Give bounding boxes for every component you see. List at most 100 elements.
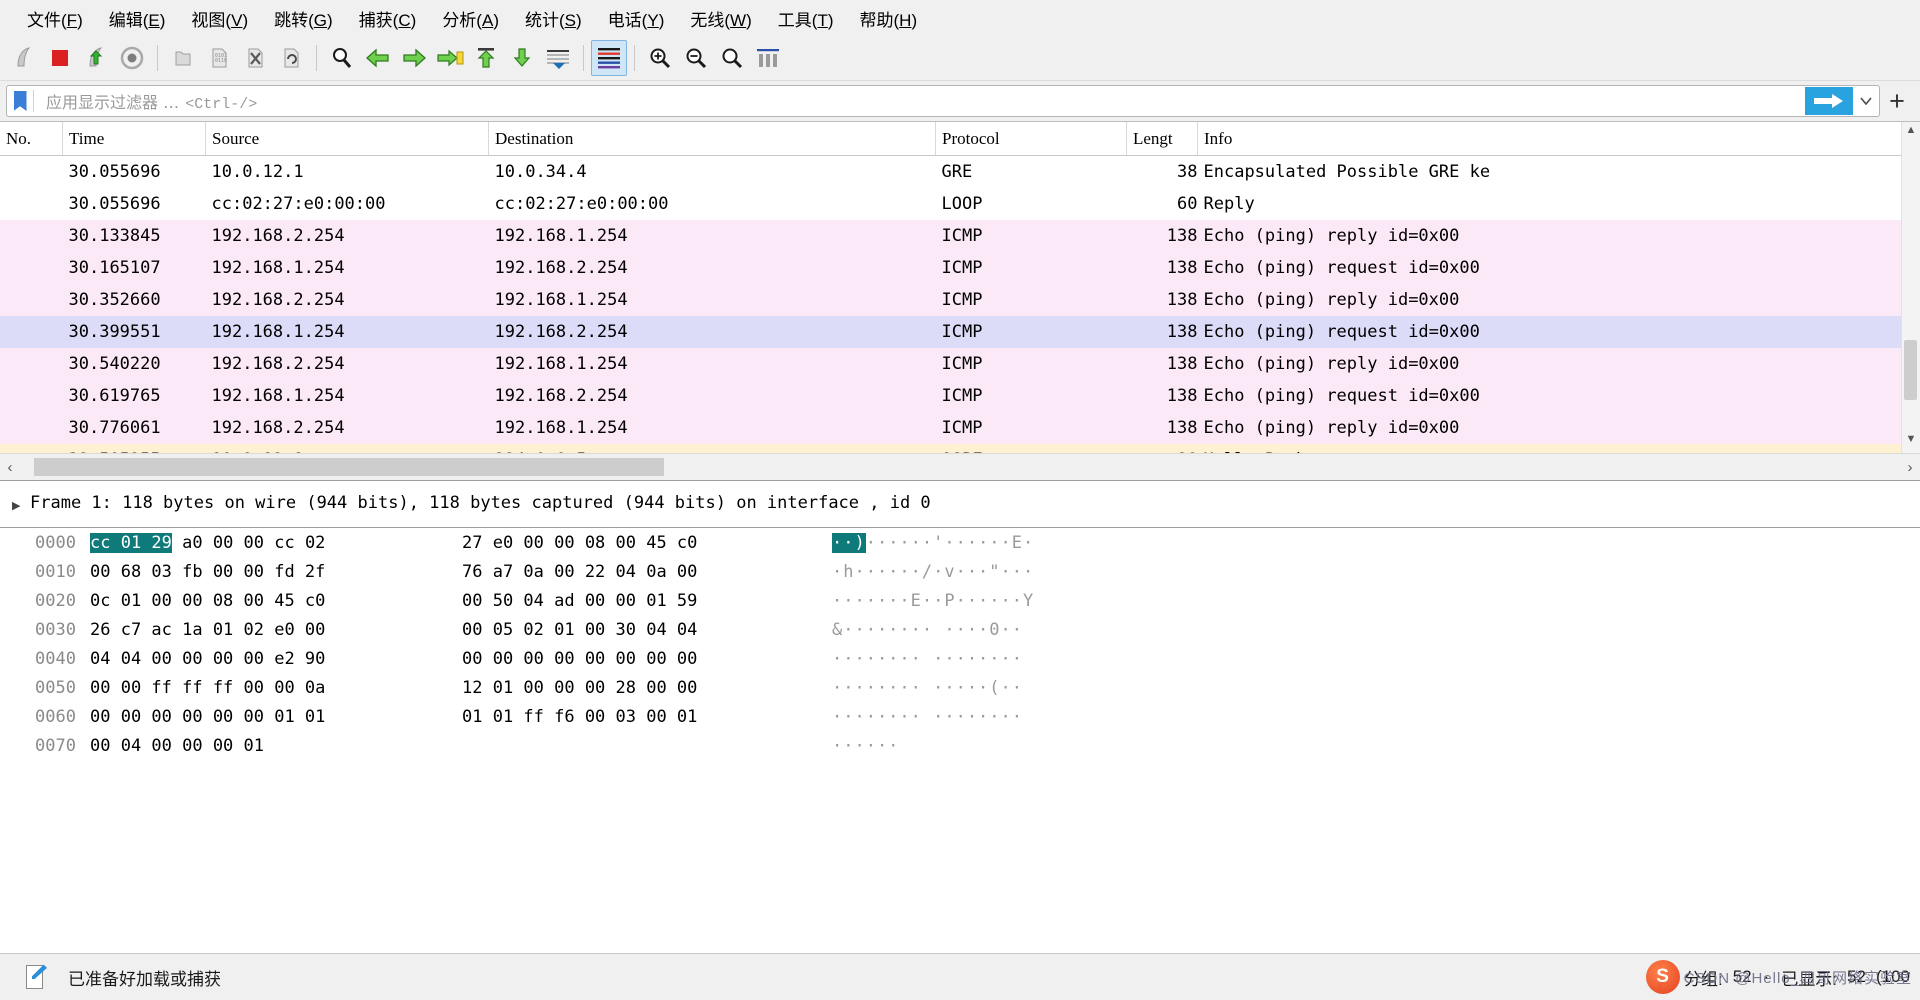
go-to-packet-icon[interactable]: [432, 40, 468, 76]
menu-help[interactable]: 帮助(H): [847, 2, 931, 35]
apply-filter-button[interactable]: [1805, 87, 1853, 115]
display-filter-input[interactable]: 应用显示过滤器 … <Ctrl-/>: [6, 85, 1880, 117]
add-filter-button[interactable]: +: [1880, 86, 1914, 117]
column-header-no[interactable]: No.: [0, 122, 63, 156]
ascii-highlighted[interactable]: ··): [832, 532, 866, 553]
column-header-time[interactable]: Time: [62, 122, 206, 156]
hex-bytes-left[interactable]: 0c 01 00 00 08 00 45 c0: [90, 591, 462, 611]
menu-edit[interactable]: 编辑(E): [96, 2, 179, 35]
reload-file-icon[interactable]: [273, 40, 309, 76]
table-row[interactable]: 30.352660 192.168.2.254 192.168.1.254 ICMP 1…: [0, 284, 1920, 316]
ascii-column[interactable]: ········ ········: [792, 707, 1023, 727]
hex-bytes-highlighted[interactable]: cc 01 29: [90, 532, 172, 553]
ascii-column[interactable]: ······: [792, 736, 899, 756]
hex-bytes-left[interactable]: 04 04 00 00 00 00 e2 90: [90, 649, 462, 669]
hex-bytes-left[interactable]: 00 68 03 fb 00 00 fd 2f: [90, 562, 462, 582]
menu-analyze[interactable]: 分析(A): [429, 2, 512, 35]
packet-detail-pane[interactable]: ▶ Frame 1: 118 bytes on wire (944 bits),…: [0, 480, 1920, 527]
close-file-icon[interactable]: [237, 40, 273, 76]
save-file-icon[interactable]: 0101 0110: [201, 40, 237, 76]
go-forward-icon[interactable]: [396, 40, 432, 76]
hex-dump-row[interactable]: 0050 00 00 ff ff ff 00 00 0a 12 01 00 00 0…: [0, 673, 1920, 702]
ascii-column[interactable]: ········ ·····(··: [792, 678, 1023, 698]
hex-dump-row[interactable]: 0070 00 04 00 00 00 01 ······: [0, 731, 1920, 760]
filter-bookmark-icon[interactable]: [7, 87, 33, 115]
column-header-info[interactable]: Info: [1197, 122, 1920, 156]
ascii-column[interactable]: &········ ····0··: [792, 620, 1023, 640]
hex-bytes-left[interactable]: 00 04 00 00 00 01: [90, 736, 462, 756]
open-file-icon[interactable]: [165, 40, 201, 76]
hex-dump-row[interactable]: 0060 00 00 00 00 00 00 01 01 01 01 ff f6 0…: [0, 702, 1920, 731]
ascii-column[interactable]: ·h······/·v···"···: [792, 562, 1034, 582]
scroll-right-arrow[interactable]: ›: [1900, 459, 1920, 476]
column-header-destination[interactable]: Destination: [488, 122, 936, 156]
filter-history-dropdown[interactable]: [1853, 87, 1879, 115]
hex-bytes-right[interactable]: 12 01 00 00 00 28 00 00: [462, 678, 792, 698]
table-row[interactable]: 30.540220 192.168.2.254 192.168.1.254 ICMP 1…: [0, 348, 1920, 380]
menu-file[interactable]: 文件(F): [14, 2, 96, 35]
horizontal-scroll-thumb[interactable]: [34, 458, 664, 476]
hex-bytes-left[interactable]: 00 00 00 00 00 00 01 01: [90, 707, 462, 727]
display-filter-placeholder: 应用显示过滤器 … <Ctrl-/>: [34, 89, 1805, 113]
packet-list-horizontal-scrollbar[interactable]: ‹ ›: [0, 453, 1920, 480]
start-capture-icon[interactable]: [6, 40, 42, 76]
menu-go[interactable]: 跳转(G): [261, 2, 346, 35]
stop-capture-icon[interactable]: [42, 40, 78, 76]
packet-bytes-pane[interactable]: 0000 cc 01 29 a0 00 00 cc 02 27 e0 00 00 0…: [0, 527, 1920, 953]
vertical-scroll-thumb[interactable]: [1904, 340, 1917, 400]
hex-dump-row[interactable]: 0040 04 04 00 00 00 00 e2 90 00 00 00 00 0…: [0, 644, 1920, 673]
hex-bytes-right[interactable]: 00 05 02 01 00 30 04 04: [462, 620, 792, 640]
find-packet-icon[interactable]: [324, 40, 360, 76]
resize-columns-icon[interactable]: [750, 40, 786, 76]
go-first-packet-icon[interactable]: [468, 40, 504, 76]
hex-bytes-left[interactable]: 26 c7 ac 1a 01 02 e0 00: [90, 620, 462, 640]
auto-scroll-icon[interactable]: [540, 40, 576, 76]
hex-bytes-left[interactable]: 00 00 ff ff ff 00 00 0a: [90, 678, 462, 698]
detail-frame-line[interactable]: Frame 1: 118 bytes on wire (944 bits), 1…: [0, 493, 931, 513]
table-row[interactable]: 30.133845 192.168.2.254 192.168.1.254 ICMP 1…: [0, 220, 1920, 252]
table-row[interactable]: 30.055696 10.0.12.1 10.0.34.4 GRE 38 Encapsul…: [0, 155, 1920, 188]
capture-options-icon[interactable]: [114, 40, 150, 76]
menu-telephony[interactable]: 电话(Y): [595, 2, 678, 35]
table-row[interactable]: 30.776061 192.168.2.254 192.168.1.254 ICMP 1…: [0, 412, 1920, 444]
colorize-packets-icon[interactable]: [591, 40, 627, 76]
ascii-column[interactable]: ········ ········: [792, 649, 1023, 669]
menu-capture[interactable]: 捕获(C): [346, 2, 430, 35]
go-back-icon[interactable]: [360, 40, 396, 76]
hex-dump-row[interactable]: 0020 0c 01 00 00 08 00 45 c0 00 50 04 ad 0…: [0, 586, 1920, 615]
table-row[interactable]: 30.619765 192.168.1.254 192.168.2.254 ICMP 1…: [0, 380, 1920, 412]
table-row[interactable]: 30.399551 192.168.1.254 192.168.2.254 ICMP 1…: [0, 316, 1920, 348]
zoom-out-icon[interactable]: [678, 40, 714, 76]
hex-bytes-right[interactable]: 76 a7 0a 00 22 04 0a 00: [462, 562, 792, 582]
menu-view[interactable]: 视图(V): [178, 2, 261, 35]
column-header-protocol[interactable]: Protocol: [935, 122, 1127, 156]
table-row[interactable]: 30.055696 cc:02:27:e0:00:00 cc:02:27:e0:00…: [0, 188, 1920, 220]
packet-list-vertical-scrollbar[interactable]: ▲ ▼: [1901, 122, 1920, 453]
menu-tools[interactable]: 工具(T): [765, 2, 847, 35]
hex-bytes-right[interactable]: 27 e0 00 00 08 00 45 c0: [462, 533, 792, 553]
scroll-up-arrow[interactable]: ▲: [1902, 124, 1920, 142]
menu-wireless[interactable]: 无线(W): [677, 2, 764, 35]
table-row[interactable]: 30.165107 192.168.1.254 192.168.2.254 ICMP 1…: [0, 252, 1920, 284]
horizontal-scroll-track[interactable]: [20, 458, 1900, 476]
hex-bytes-right[interactable]: 00 00 00 00 00 00 00 00: [462, 649, 792, 669]
hex-dump-row[interactable]: 0000 cc 01 29 a0 00 00 cc 02 27 e0 00 00 0…: [0, 528, 1920, 557]
menu-statistics[interactable]: 统计(S): [512, 2, 595, 35]
table-row[interactable]: 32.50525510.0.12.1224.0.0.5OSPF90Hello P…: [0, 444, 1920, 453]
ascii-column[interactable]: ·······E··P······Y: [792, 591, 1034, 611]
hex-bytes-left[interactable]: cc 01 29 a0 00 00 cc 02: [90, 532, 462, 553]
scroll-down-arrow[interactable]: ▼: [1902, 433, 1920, 451]
column-header-length[interactable]: Lengt: [1126, 122, 1198, 156]
scroll-left-arrow[interactable]: ‹: [0, 459, 20, 476]
hex-bytes-right[interactable]: 00 50 04 ad 00 00 01 59: [462, 591, 792, 611]
column-header-source[interactable]: Source: [205, 122, 489, 156]
hex-bytes-right[interactable]: 01 01 ff f6 00 03 00 01: [462, 707, 792, 727]
hex-dump-row[interactable]: 0010 00 68 03 fb 00 00 fd 2f 76 a7 0a 00 2…: [0, 557, 1920, 586]
restart-capture-icon[interactable]: [78, 40, 114, 76]
capture-file-icon[interactable]: [24, 964, 50, 990]
zoom-reset-icon[interactable]: [714, 40, 750, 76]
zoom-in-icon[interactable]: [642, 40, 678, 76]
ascii-column[interactable]: ··)······'······E·: [792, 532, 1034, 553]
hex-dump-row[interactable]: 0030 26 c7 ac 1a 01 02 e0 00 00 05 02 01 0…: [0, 615, 1920, 644]
go-last-packet-icon[interactable]: [504, 40, 540, 76]
